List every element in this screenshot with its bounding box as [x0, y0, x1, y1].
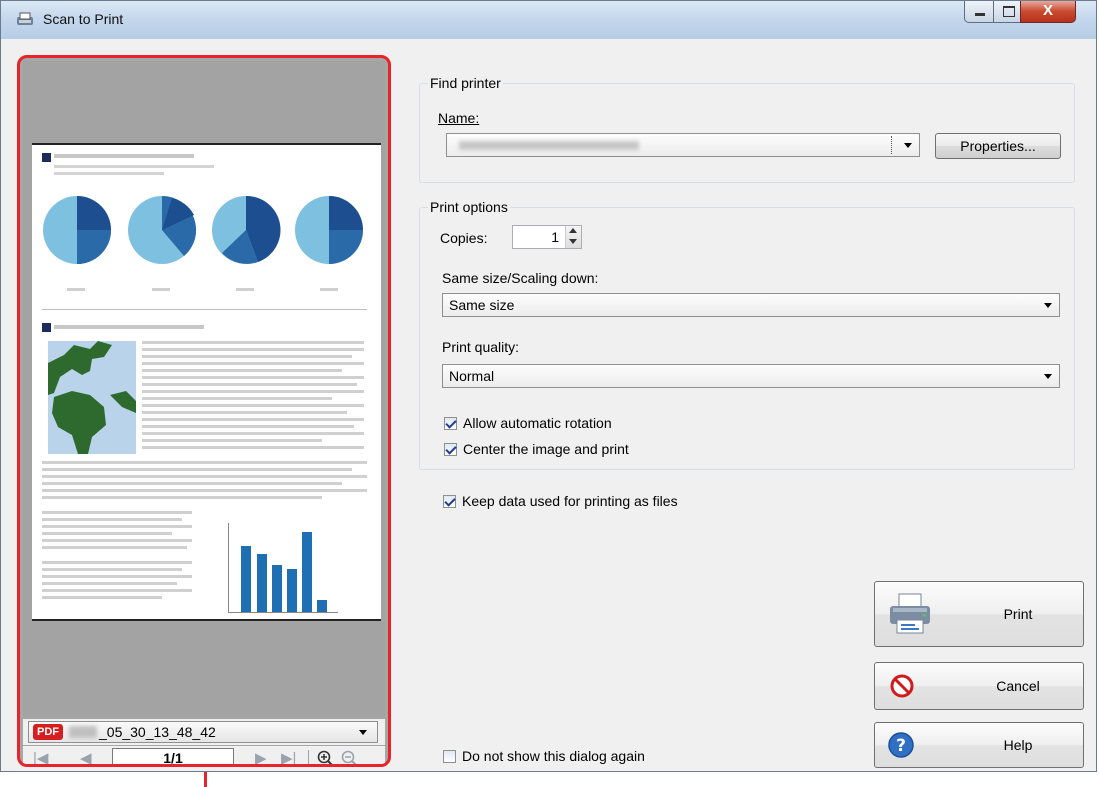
spin-up-icon: [569, 228, 577, 233]
scanned-page-thumbnail: [32, 143, 381, 621]
blurred-filename-prefix: [69, 726, 97, 738]
page-number-field[interactable]: 1/1: [112, 748, 234, 764]
print-button[interactable]: Print: [874, 581, 1084, 647]
toolbar-divider: [308, 750, 309, 764]
dialog-client-area: PDF _05_30_13_48_42 |◀ ◀ 1/1 ▶ ▶| Find p…: [9, 39, 1090, 768]
keep-data-checkbox[interactable]: [443, 495, 456, 508]
center-image-checkbox[interactable]: [444, 443, 457, 456]
close-icon: X: [1043, 2, 1054, 19]
last-page-icon[interactable]: ▶|: [281, 750, 296, 764]
chevron-down-icon: [1044, 303, 1052, 308]
zoom-in-icon[interactable]: [317, 750, 335, 767]
combo-divider: [891, 136, 893, 154]
do-not-show-checkbox[interactable]: [443, 750, 456, 763]
print-quality-value: Normal: [449, 368, 495, 384]
blurred-printer-name: [459, 141, 639, 150]
copies-spin-buttons[interactable]: [565, 226, 581, 248]
minimize-button[interactable]: [964, 1, 994, 23]
print-options-group: Print options Copies: 1 Same size/Scalin…: [419, 199, 1075, 470]
printer-name-label: Name:: [438, 110, 480, 126]
help-button-label: Help: [1003, 737, 1033, 753]
scaling-select[interactable]: Same size: [442, 293, 1060, 317]
pdf-icon: PDF: [33, 724, 63, 740]
chevron-down-icon: [359, 730, 367, 735]
page-image: [42, 153, 367, 613]
printer-name-select[interactable]: [446, 133, 920, 157]
copies-spinner[interactable]: 1: [512, 225, 582, 249]
spin-down-icon: [569, 239, 577, 244]
copies-value: 1: [551, 229, 559, 245]
print-options-legend: Print options: [428, 199, 510, 215]
chevron-down-icon: [1044, 374, 1052, 379]
scanner-app-icon: [17, 12, 33, 25]
print-quality-label: Print quality:: [442, 339, 520, 355]
preview-panel: PDF _05_30_13_48_42 |◀ ◀ 1/1 ▶ ▶|: [17, 55, 391, 767]
properties-button[interactable]: Properties...: [935, 133, 1061, 159]
do-not-show-label[interactable]: Do not show this dialog again: [462, 748, 645, 764]
printer-icon: [890, 593, 930, 634]
preview-area[interactable]: [23, 61, 385, 716]
keep-data-label[interactable]: Keep data used for printing as files: [462, 493, 678, 509]
prev-page-icon[interactable]: ◀: [80, 750, 92, 764]
find-printer-group: Find printer Name: Properties...: [419, 75, 1075, 183]
allow-rotation-checkbox[interactable]: [444, 417, 457, 430]
close-button[interactable]: X: [1020, 1, 1076, 23]
allow-rotation-label[interactable]: Allow automatic rotation: [463, 415, 612, 431]
cancel-icon: [890, 674, 914, 698]
minimize-icon: [975, 13, 985, 16]
title-bar[interactable]: Scan to Print X: [1, 1, 1096, 39]
page-navigation: |◀ ◀ 1/1 ▶ ▶|: [23, 746, 385, 767]
next-page-icon[interactable]: ▶: [255, 750, 267, 764]
find-printer-legend: Find printer: [428, 75, 503, 91]
chevron-down-icon: [904, 143, 912, 148]
cancel-button[interactable]: Cancel: [874, 662, 1084, 710]
callout-pointer: [204, 772, 207, 787]
copies-label: Copies:: [440, 230, 488, 246]
maximize-button[interactable]: [993, 1, 1021, 23]
properties-button-label: Properties...: [960, 138, 1036, 154]
zoom-out-icon[interactable]: [341, 750, 359, 767]
window-title: Scan to Print: [43, 11, 124, 27]
first-page-icon[interactable]: |◀: [33, 750, 48, 764]
filename-bar: PDF _05_30_13_48_42: [23, 719, 385, 745]
help-icon: ?: [888, 732, 914, 758]
scaling-label: Same size/Scaling down:: [442, 270, 599, 286]
center-image-label[interactable]: Center the image and print: [463, 441, 629, 457]
cancel-button-label: Cancel: [996, 678, 1040, 694]
svg-text:?: ?: [896, 736, 906, 756]
help-button[interactable]: ? Help: [874, 722, 1084, 768]
maximize-icon: [1003, 6, 1015, 17]
file-select[interactable]: PDF _05_30_13_48_42: [28, 721, 378, 743]
print-quality-select[interactable]: Normal: [442, 364, 1060, 388]
file-name: _05_30_13_48_42: [99, 724, 216, 740]
scaling-value: Same size: [449, 297, 515, 313]
print-button-label: Print: [1003, 606, 1033, 622]
scan-to-print-window: Scan to Print X PDF _05_30_13_48_42 |◀ ◀…: [0, 0, 1097, 772]
